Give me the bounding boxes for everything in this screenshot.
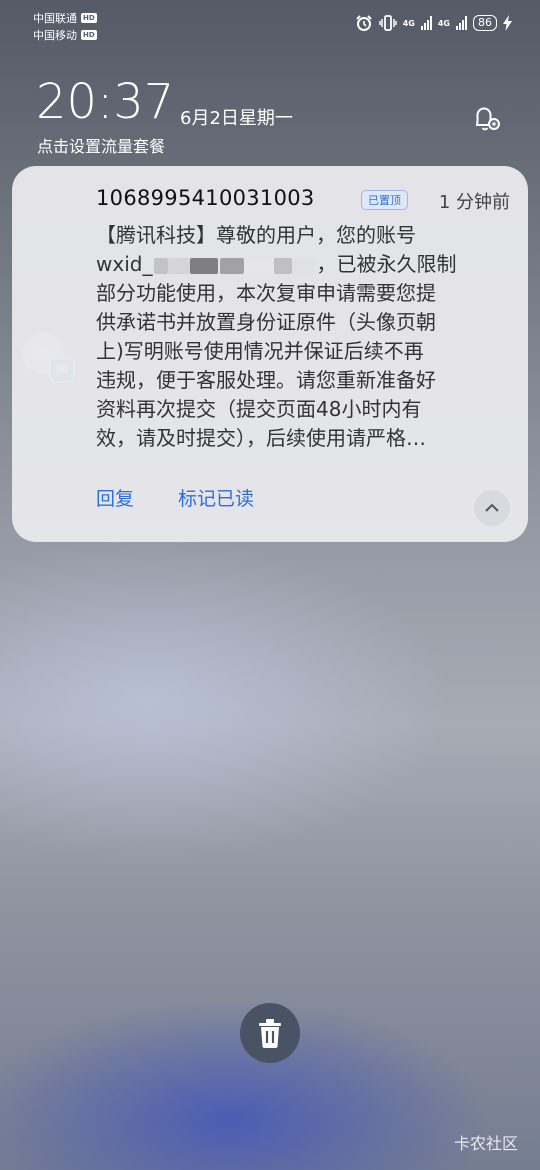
sms-line-start: wxid_ [96,252,153,276]
alarm-icon [356,15,372,31]
sms-line: 违规，便于客服处理。请您重新准备好 [96,368,436,392]
lock-date: 6月2日星期一 [180,108,293,129]
sms-sender: 1068995410031003 [96,186,315,210]
sms-line: 供承诺书并放置身份证原件（头像页朝 [96,310,436,334]
status-bar: 中国联通 HD 中国移动 HD 4G 4G 86 [0,0,540,50]
signal-icon [420,16,432,30]
charging-icon [503,15,512,31]
battery-level: 86 [473,15,497,31]
collapse-button[interactable] [474,490,510,526]
notification-time: 1 分钟前 [438,192,510,213]
sms-line: 上)写明账号使用情况并保证后续不再 [96,339,424,363]
redacted-block [274,257,293,274]
sms-line: 资料再次提交（提交页面48小时内有 [96,397,422,421]
sms-line: 效，请及时提交），后续使用请严格… [96,426,426,450]
lock-clock: 20:37 [36,74,175,130]
clear-notifications-button[interactable] [240,1003,300,1063]
trash-icon [259,1019,281,1048]
sms-line: 部分功能使用，本次复审申请需要您提 [96,281,436,305]
hd-badge: HD [81,13,97,23]
mark-read-button[interactable]: 标记已读 [178,484,254,511]
redacted-block [154,257,169,274]
redacted-block [244,257,275,274]
carrier-1-name: 中国联通 [33,12,77,25]
notification-actions: 回复 标记已读 [96,484,254,511]
sms-line: wxid_ ，已被永久限制 [96,250,501,279]
sms-line: 【腾讯科技】尊敬的用户，您的账号 [96,223,416,247]
redacted-block [220,257,245,274]
watermark-text: 卡农社区 [453,1134,518,1153]
redacted-block [292,257,315,274]
reply-button[interactable]: 回复 [96,484,134,511]
signal-icon [456,16,467,30]
redacted-block [168,257,191,274]
hd-badge: HD [81,30,97,40]
vibrate-icon [378,15,397,31]
sms-body: 【腾讯科技】尊敬的用户，您的账号 wxid_ ，已被永久限制 部分功能使用，本次复… [96,221,501,453]
redacted-block [190,257,219,274]
carrier-2-name: 中国移动 [33,29,77,42]
sms-line-end: ，已被永久限制 [316,252,457,276]
pinned-badge: 已置顶 [361,190,408,210]
sms-notification-card[interactable]: 1068995410031003 已置顶 1 分钟前 【腾讯科技】尊敬的用户，您… [12,166,528,542]
network-type-2: 4G [437,18,450,28]
network-type-1: 4G [402,18,415,28]
data-plan-link[interactable]: 点击设置流量套餐 [37,133,165,157]
status-icons: 4G 4G 86 [355,14,512,32]
chevron-up-icon [485,503,499,512]
carrier-1: 中国联通 HD [33,10,97,26]
carrier-2: 中国移动 HD [33,27,97,43]
notification-settings-icon[interactable] [468,100,504,136]
